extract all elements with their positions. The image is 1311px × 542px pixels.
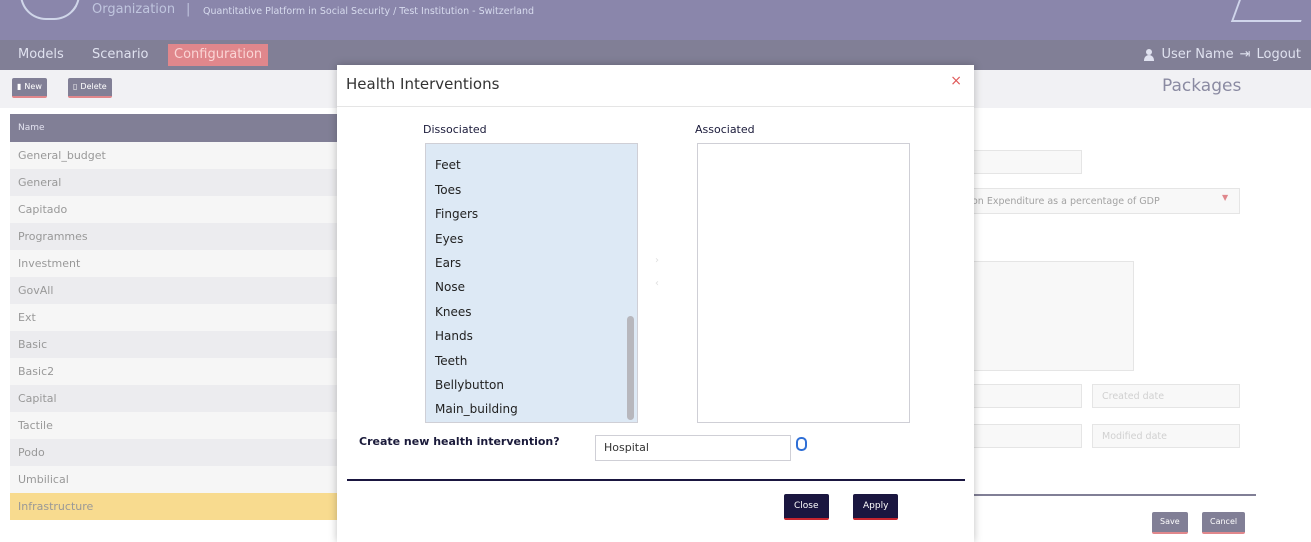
list-option[interactable]: Nose [435, 280, 465, 294]
list-option[interactable]: Eyes [435, 232, 463, 246]
list-option[interactable]: Toes [435, 183, 461, 197]
list-option[interactable]: Ears [435, 256, 461, 270]
move-right-icon[interactable]: › [655, 255, 659, 266]
list-option[interactable]: Feet [435, 158, 461, 172]
move-left-icon[interactable]: ‹ [655, 278, 659, 289]
create-intervention-label: Create new health intervention? [359, 435, 560, 448]
dissociated-listbox[interactable]: Feet Toes Fingers Eyes Ears Nose Knees H… [425, 143, 638, 423]
close-button[interactable]: Close [784, 494, 829, 520]
modal-header: Health Interventions × [337, 65, 974, 107]
refresh-icon[interactable] [796, 437, 807, 451]
list-option[interactable]: Fingers [435, 207, 478, 221]
list-option[interactable]: Knees [435, 305, 472, 319]
listbox-scroll-thumb[interactable] [627, 316, 634, 420]
dissociated-label: Dissociated [423, 123, 487, 136]
list-option[interactable]: Main_building [435, 402, 518, 416]
list-option[interactable]: Hands [435, 329, 473, 343]
close-icon[interactable]: × [950, 73, 962, 89]
apply-button[interactable]: Apply [853, 494, 899, 520]
list-option[interactable]: Bellybutton [435, 378, 504, 392]
associated-label: Associated [695, 123, 755, 136]
modal-title: Health Interventions [346, 75, 500, 93]
health-interventions-modal: Health Interventions × Dissociated Assoc… [337, 65, 974, 542]
associated-listbox[interactable] [697, 143, 910, 423]
list-option[interactable]: Teeth [435, 354, 467, 368]
new-intervention-input[interactable] [595, 435, 791, 461]
modal-divider [347, 479, 965, 481]
